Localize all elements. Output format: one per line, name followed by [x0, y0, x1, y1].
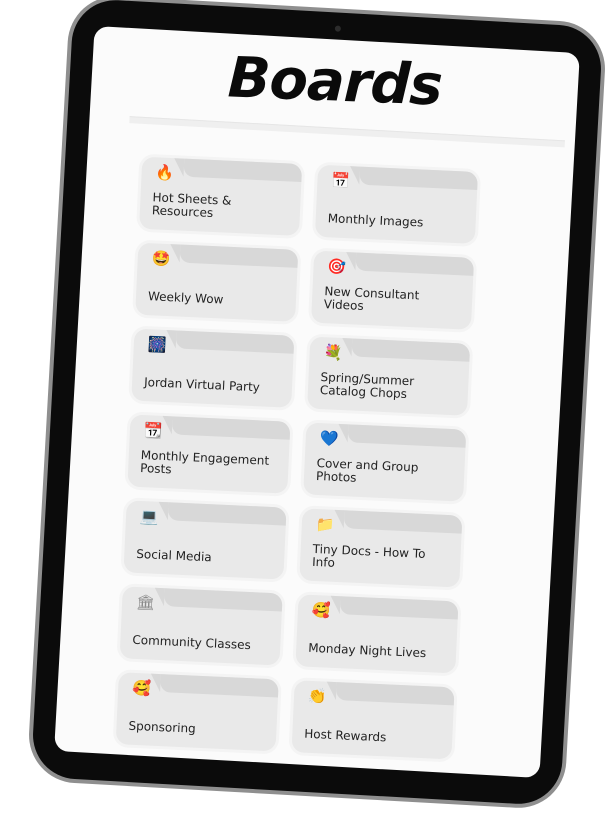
- page-title: Boards: [226, 45, 444, 119]
- calendar-icon: 📅: [331, 171, 351, 191]
- clapping-hands-icon: 👏: [307, 686, 328, 706]
- smiling-face-with-hearts-icon: 🥰: [311, 600, 332, 620]
- board-label: Host Rewards: [304, 726, 387, 745]
- board-card[interactable]: 💙 Cover and Group Photos: [303, 422, 467, 502]
- folder-icon: 📁: [315, 515, 335, 534]
- folder-tab: [339, 596, 459, 620]
- board-card[interactable]: 🔥 Hot Sheets & Resources: [139, 156, 303, 236]
- tablet-frame: Boards 🔥 Hot Sheets & Resources 📅 Monthly I…: [30, 0, 604, 807]
- board-label: Monthly Engagement Posts: [139, 447, 270, 477]
- board-label: Community Classes: [132, 632, 252, 653]
- folder-tab: [335, 682, 455, 706]
- board-label: Monthly Images: [327, 211, 424, 230]
- fire-icon: 🔥: [155, 163, 175, 183]
- flower-bouquet-icon: 💐: [323, 343, 343, 363]
- folder-tab: [347, 424, 467, 448]
- folder-tab: [163, 588, 283, 612]
- board-label: Weekly Wow: [147, 289, 224, 307]
- board-card[interactable]: 🎯 New Consultant Videos: [311, 250, 475, 330]
- board-label: Tiny Docs - How To Info: [311, 541, 426, 570]
- board-label: Hot Sheets & Resources: [151, 190, 232, 221]
- folder-tab: [355, 252, 475, 276]
- classical-building-icon: 🏛: [135, 592, 156, 612]
- folder-tab: [343, 510, 463, 534]
- board-card[interactable]: 🥰 Sponsoring: [115, 672, 279, 752]
- camera-dot: [334, 25, 342, 32]
- board-card[interactable]: 🎆 Jordan Virtual Party: [131, 328, 295, 408]
- board-label: Jordan Virtual Party: [143, 375, 261, 395]
- folder-tab: [160, 674, 279, 698]
- laptop-icon: 💻: [139, 507, 160, 526]
- screen: Boards 🔥 Hot Sheets & Resources 📅 Monthly I…: [54, 26, 580, 778]
- calendar-icon: 📆: [143, 421, 164, 440]
- board-label: Cover and Group Photos: [315, 455, 419, 485]
- folder-tab: [175, 330, 295, 354]
- board-card[interactable]: 🤩 Weekly Wow: [135, 242, 299, 322]
- star-struck-face-icon: 🤩: [151, 249, 171, 269]
- board-label: New Consultant Videos: [323, 284, 420, 313]
- board-card[interactable]: 🏛 Community Classes: [119, 586, 283, 666]
- folder-tab: [359, 166, 479, 190]
- board-label: Spring/Summer Catalog Chops: [319, 370, 415, 401]
- party-image-icon: 🎆: [147, 335, 167, 355]
- folder-tab: [171, 416, 291, 440]
- board-card[interactable]: 🥰 Monday Night Lives: [295, 594, 459, 674]
- board-card[interactable]: 📆 Monthly Engagement Posts: [127, 414, 291, 494]
- board-card[interactable]: 👏 Host Rewards: [291, 680, 455, 760]
- folder-tab: [179, 244, 299, 268]
- board-label: Sponsoring: [128, 718, 197, 736]
- smiling-face-with-hearts-icon: 🥰: [131, 678, 152, 698]
- target-icon: 🎯: [327, 257, 347, 277]
- board-card[interactable]: 💐 Spring/Summer Catalog Chops: [307, 336, 471, 416]
- boards-grid: 🔥 Hot Sheets & Resources 📅 Monthly Images 🤩 W…: [115, 156, 497, 760]
- blue-heart-icon: 💙: [319, 429, 339, 448]
- board-label: Social Media: [136, 546, 213, 565]
- board-card[interactable]: 📅 Monthly Images: [314, 164, 479, 244]
- board-card[interactable]: 💻 Social Media: [123, 500, 287, 580]
- board-card[interactable]: 📁 Tiny Docs - How To Info: [299, 508, 463, 588]
- folder-tab: [167, 502, 287, 526]
- folder-tab: [351, 338, 471, 362]
- board-label: Monday Night Lives: [307, 640, 427, 661]
- folder-tab: [183, 158, 303, 182]
